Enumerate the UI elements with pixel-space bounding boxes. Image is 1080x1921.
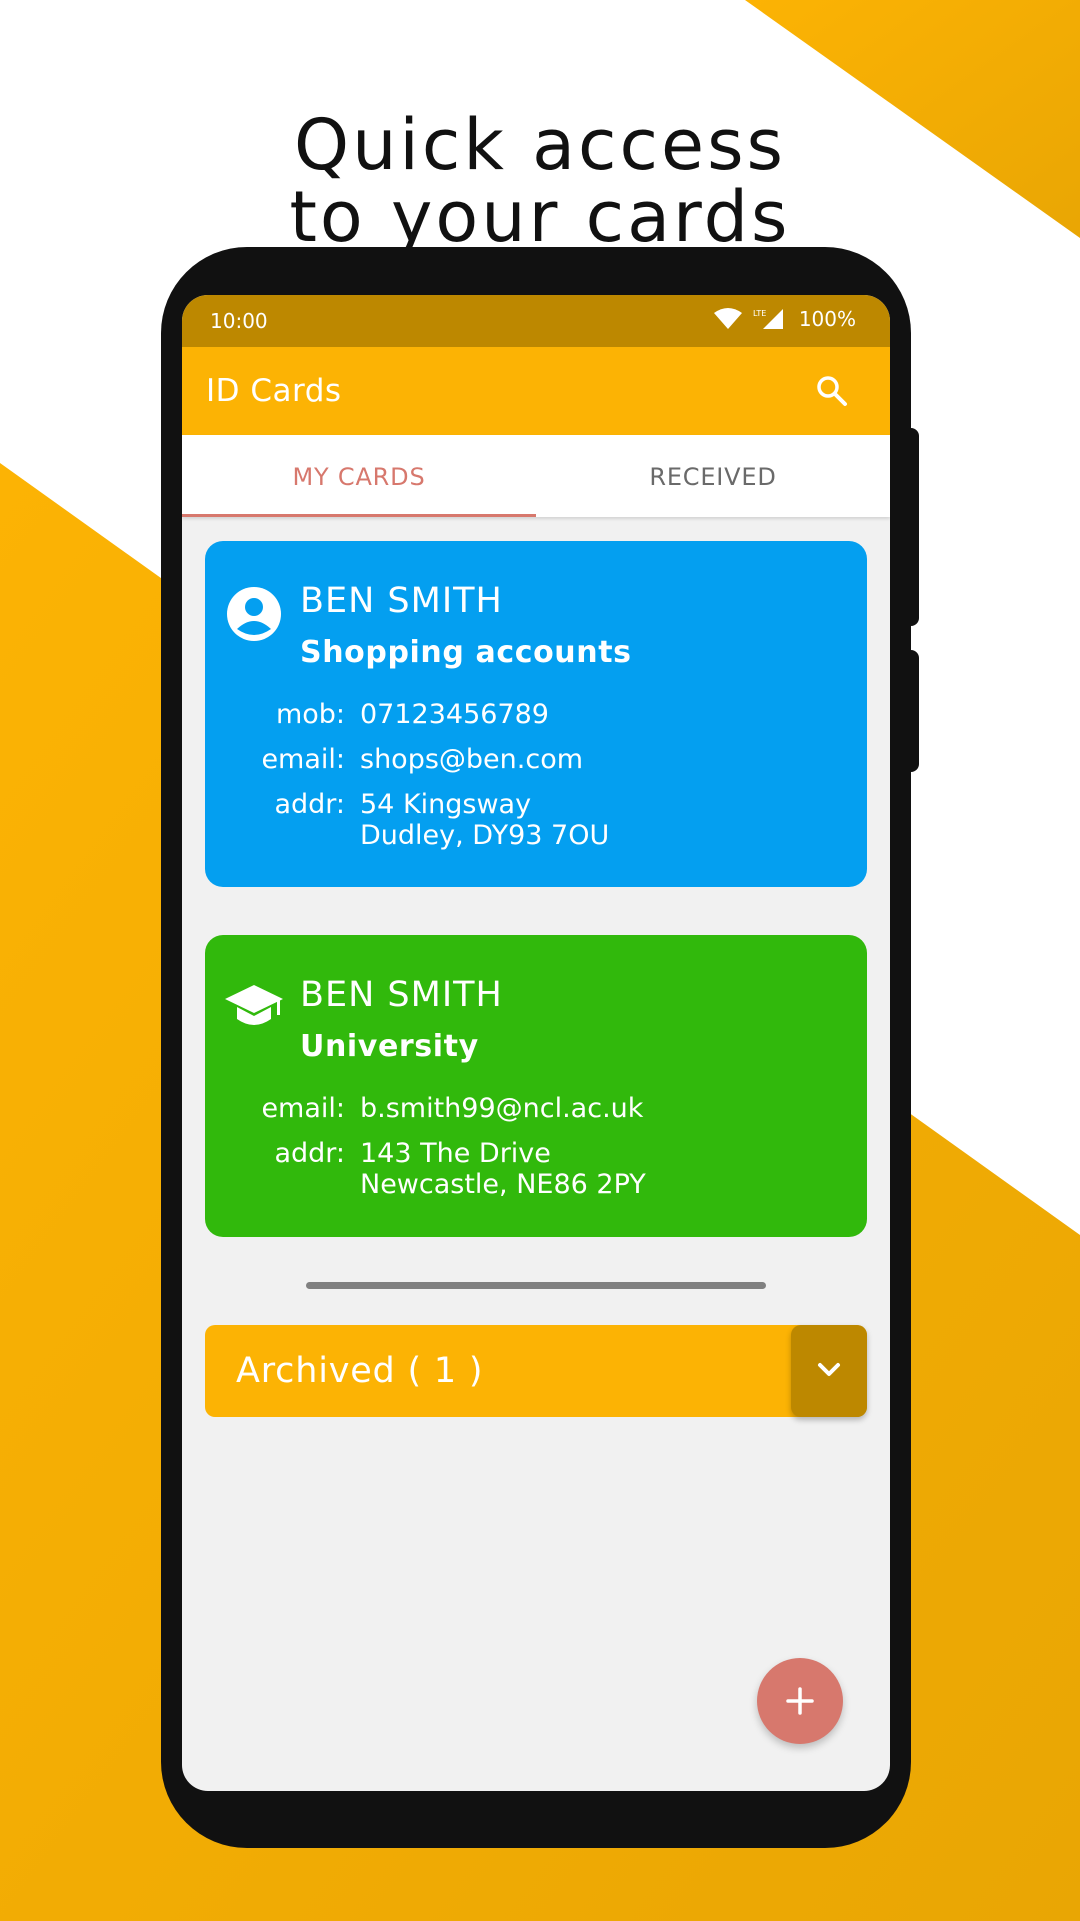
- address-line-2: Newcastle, NE86 2PY: [360, 1169, 646, 1200]
- battery-percent: 100%: [798, 307, 856, 331]
- card-fields: mob: 07123456789 email: shops@ben.com ad…: [205, 699, 867, 864]
- field-value-address: 54 Kingsway Dudley, DY93 7OU: [360, 789, 609, 851]
- address-line-2: Dudley, DY93 7OU: [360, 820, 610, 851]
- address-line-1: 143 The Drive: [360, 1138, 551, 1169]
- app-bar: ID Cards: [182, 347, 890, 435]
- address-line-1: 54 Kingsway: [360, 789, 532, 820]
- field-key: addr:: [274, 789, 345, 820]
- field-key: email:: [261, 1093, 345, 1124]
- headline-line-1: Quick access: [293, 103, 787, 186]
- field-key: addr:: [274, 1138, 345, 1169]
- status-time: 10:00: [210, 309, 268, 333]
- field-value: b.smith99@ncl.ac.uk: [360, 1093, 644, 1124]
- cell-signal-icon: LTE: [753, 309, 783, 329]
- field-value: shops@ben.com: [360, 744, 584, 775]
- phone-screen: 10:00 LTE 100% ID Cards MY CARDS RECEIVE…: [182, 295, 890, 1791]
- field-row-address: addr: 54 Kingsway Dudley, DY93 7OU: [205, 789, 867, 864]
- tab-bar: MY CARDS RECEIVED: [182, 435, 890, 517]
- headline: Quick access to your cards: [0, 109, 1080, 253]
- drag-handle[interactable]: [306, 1282, 766, 1289]
- card-name: BEN SMITH: [300, 975, 503, 1015]
- wifi-icon: [713, 308, 742, 329]
- field-value: 07123456789: [360, 699, 549, 730]
- app-title: ID Cards: [206, 373, 342, 409]
- id-card-university[interactable]: BEN SMITH University email: b.smith99@nc…: [205, 935, 867, 1237]
- plus-icon: [786, 1687, 814, 1715]
- field-row-email: email: b.smith99@ncl.ac.uk: [205, 1093, 867, 1138]
- headline-line-2: to your cards: [289, 175, 791, 258]
- card-label: University: [300, 1029, 479, 1064]
- expand-archived-button[interactable]: [791, 1325, 867, 1417]
- status-bar: 10:00 LTE 100%: [182, 295, 890, 347]
- add-card-button[interactable]: [757, 1658, 843, 1744]
- field-value-address: 143 The Drive Newcastle, NE86 2PY: [360, 1138, 646, 1200]
- field-row-email: email: shops@ben.com: [205, 744, 867, 789]
- field-key: mob:: [275, 699, 345, 730]
- archived-label: Archived ( 1 ): [236, 1351, 484, 1391]
- graduation-cap-icon: [225, 985, 283, 1025]
- card-label: Shopping accounts: [300, 635, 632, 670]
- archived-section[interactable]: Archived ( 1 ): [205, 1325, 867, 1417]
- card-name: BEN SMITH: [300, 581, 503, 621]
- card-fields: email: b.smith99@ncl.ac.uk addr: 143 The…: [205, 1093, 867, 1213]
- field-row-mobile: mob: 07123456789: [205, 699, 867, 744]
- tab-my-cards[interactable]: MY CARDS: [182, 435, 536, 517]
- tab-indicator: [182, 514, 536, 517]
- search-icon[interactable]: [814, 373, 850, 409]
- network-type-label: LTE: [753, 309, 766, 318]
- chevron-down-icon: [818, 1363, 840, 1376]
- id-card-shopping[interactable]: BEN SMITH Shopping accounts mob: 0712345…: [205, 541, 867, 887]
- tab-received[interactable]: RECEIVED: [536, 435, 890, 517]
- field-row-address: addr: 143 The Drive Newcastle, NE86 2PY: [205, 1138, 867, 1213]
- phone-frame: 10:00 LTE 100% ID Cards MY CARDS RECEIVE…: [161, 247, 911, 1848]
- status-icons: LTE 100%: [713, 307, 856, 331]
- field-key: email:: [261, 744, 345, 775]
- account-circle-icon: [227, 587, 281, 641]
